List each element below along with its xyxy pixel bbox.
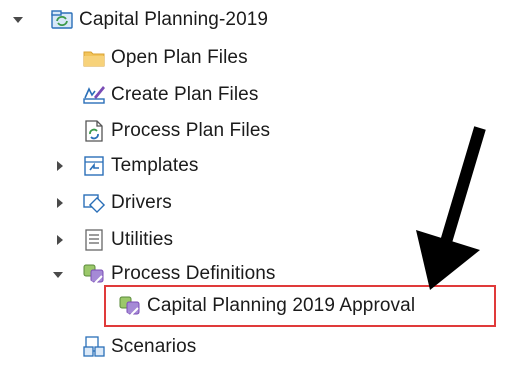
tree-node-label: Drivers bbox=[111, 192, 172, 213]
create-file-icon bbox=[82, 83, 106, 107]
tree-node-templates[interactable]: Templates bbox=[82, 150, 199, 182]
tree-node-label: Create Plan Files bbox=[111, 84, 259, 105]
tree-node-capital-planning-2019-approval[interactable]: Capital Planning 2019 Approval bbox=[118, 290, 415, 322]
process-file-icon bbox=[82, 119, 106, 143]
plan-folder-icon bbox=[50, 8, 74, 32]
tree-node-create-plan-files[interactable]: Create Plan Files bbox=[82, 79, 258, 111]
tree-node-label: Capital Planning-2019 bbox=[79, 9, 269, 30]
chevron-right-icon bbox=[57, 161, 63, 171]
tree-node-label: Templates bbox=[111, 155, 199, 176]
tree-node-open-plan-files[interactable]: Open Plan Files bbox=[82, 42, 248, 74]
templates-icon bbox=[82, 154, 106, 178]
expand-toggle-drivers[interactable] bbox=[53, 196, 67, 210]
tree-node-label: Process Plan Files bbox=[111, 120, 271, 141]
tree-node-label: Scenarios bbox=[111, 336, 197, 357]
expand-toggle-templates[interactable] bbox=[53, 159, 67, 173]
tree-node-drivers[interactable]: Drivers bbox=[82, 187, 172, 219]
tree-node-label: Capital Planning 2019 Approval bbox=[147, 295, 416, 316]
expand-toggle-utilities[interactable] bbox=[53, 233, 67, 247]
utilities-icon bbox=[82, 228, 106, 252]
tree-node-utilities[interactable]: Utilities bbox=[82, 224, 173, 256]
expand-toggle-root[interactable] bbox=[11, 13, 25, 27]
scenarios-icon bbox=[82, 335, 106, 359]
annotation-arrow-icon bbox=[408, 122, 498, 297]
process-definition-icon bbox=[118, 294, 142, 318]
tree-node-capital-planning-2019[interactable]: Capital Planning-2019 bbox=[50, 4, 268, 36]
tree-node-process-plan-files[interactable]: Process Plan Files bbox=[82, 115, 270, 147]
chevron-right-icon bbox=[57, 235, 63, 245]
expand-toggle-process-definitions[interactable] bbox=[51, 268, 65, 282]
chevron-down-icon bbox=[13, 17, 23, 23]
drivers-icon bbox=[82, 191, 106, 215]
navigation-tree: Capital Planning-2019 Open Plan Files Cr… bbox=[0, 0, 529, 367]
chevron-down-icon bbox=[53, 272, 63, 278]
process-definitions-icon bbox=[82, 262, 106, 286]
tree-node-label: Open Plan Files bbox=[111, 47, 248, 68]
tree-node-scenarios[interactable]: Scenarios bbox=[82, 331, 196, 363]
chevron-right-icon bbox=[57, 198, 63, 208]
folder-icon bbox=[82, 46, 106, 70]
tree-node-label: Utilities bbox=[111, 229, 174, 250]
